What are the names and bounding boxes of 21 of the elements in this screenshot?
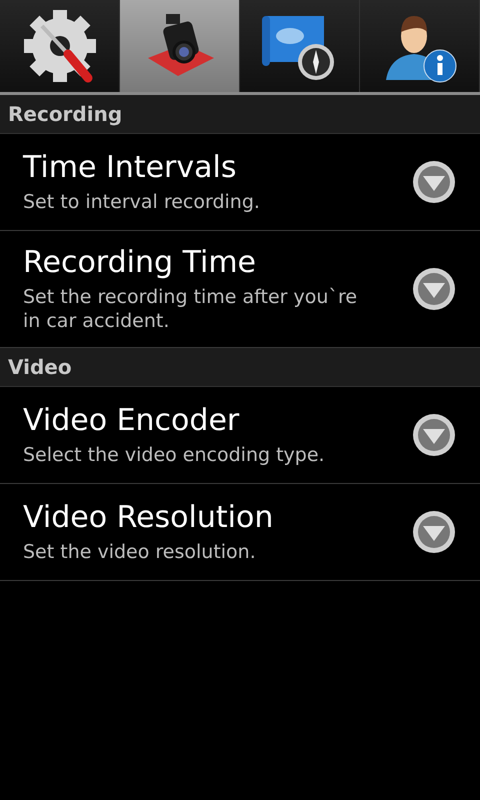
- settings-row[interactable]: Time Intervals Set to interval recording.: [0, 134, 480, 231]
- setting-title: Video Resolution: [23, 500, 274, 536]
- setting-summary: Set the recording time after you`re in car accident.: [23, 285, 358, 333]
- tab[interactable]: [240, 0, 360, 92]
- section-title: Recording: [8, 102, 122, 126]
- setting-summary: Set to interval recording.: [23, 190, 261, 214]
- settings-row[interactable]: Video Resolution Set the video resolution.: [0, 484, 480, 581]
- tab[interactable]: [0, 0, 120, 92]
- dropdown-icon[interactable]: [412, 160, 456, 204]
- setting-title: Recording Time: [23, 245, 257, 281]
- setting-title: Time Intervals: [23, 150, 238, 186]
- dropdown-icon[interactable]: [412, 413, 456, 457]
- dropdown-icon[interactable]: [412, 510, 456, 554]
- tab[interactable]: [360, 0, 480, 92]
- dropdown-icon[interactable]: [412, 267, 456, 311]
- tab[interactable]: [120, 0, 240, 92]
- setting-summary: Set the video resolution.: [23, 540, 257, 564]
- settings-row[interactable]: Video Encoder Select the video encoding type.: [0, 387, 480, 484]
- setting-title: Video Encoder: [23, 403, 240, 439]
- section-title: Video: [8, 355, 72, 379]
- setting-summary: Select the video encoding type.: [23, 443, 326, 467]
